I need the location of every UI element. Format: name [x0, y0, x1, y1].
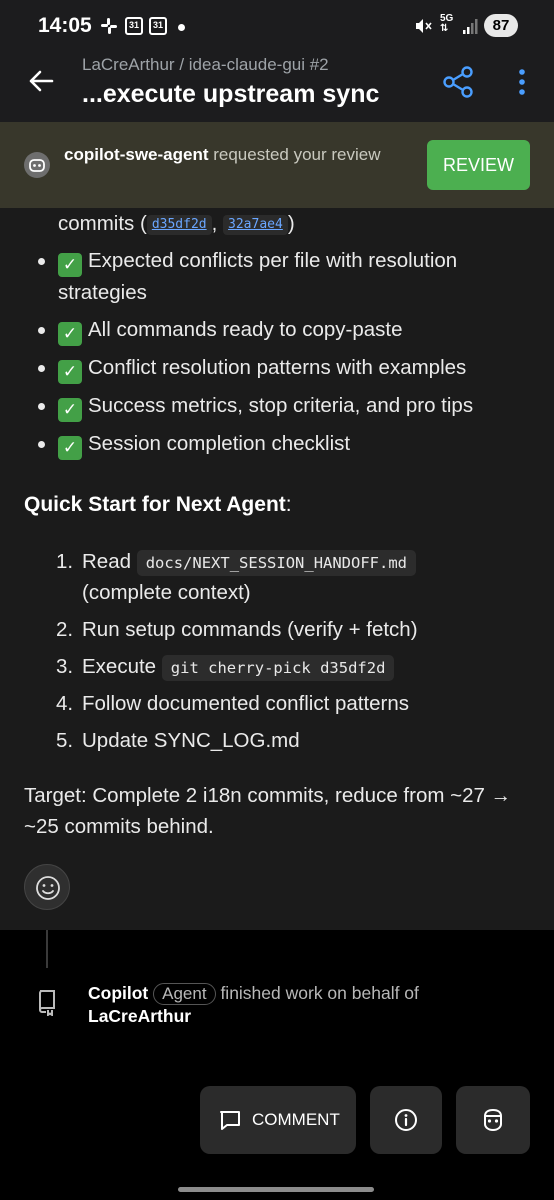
inline-code: git cherry-pick d35df2d	[161, 655, 395, 681]
copilot-icon	[484, 1108, 502, 1132]
list-item: 4. Follow documented conflict patterns	[56, 692, 410, 715]
check-mark-icon: ✓	[58, 253, 82, 277]
list-item: ✓Detailed instructions for remaining 2 i…	[0, 208, 554, 239]
navigation-handle[interactable]	[178, 1187, 374, 1192]
timeline-connector	[46, 930, 48, 968]
comment-icon	[220, 1111, 240, 1130]
requester-name[interactable]: copilot-swe-agent	[64, 145, 209, 164]
check-mark-icon: ✓	[58, 360, 82, 384]
comment-label: COMMENT	[252, 1110, 340, 1129]
list-item: ✓ All commands ready to copy-paste	[0, 314, 554, 346]
list-item: 1. Read docs/NEXT_SESSION_HANDOFF.md (comp…	[0, 546, 554, 608]
share-icon	[443, 66, 473, 98]
review-button[interactable]: REVIEW	[427, 140, 530, 190]
back-button[interactable]	[24, 64, 58, 98]
inline-code: docs/NEXT_SESSION_HANDOFF.md	[136, 550, 417, 576]
repo-icon	[39, 990, 55, 1016]
list-item: 3. Execute git cherry-pick d35df2d	[0, 651, 554, 682]
timeline-event: Copilot Agent finished work on behalf of…	[88, 983, 419, 1026]
section-heading: Quick Start for Next Agent:	[24, 493, 292, 516]
list-item: ✓ Conflict resolution patterns with examp…	[0, 352, 554, 384]
more-options-button[interactable]	[512, 66, 532, 98]
mute-icon	[416, 19, 432, 33]
battery-level: 87	[484, 14, 518, 37]
status-bar: 14:05 31 31 5G ⇅ 87	[0, 0, 554, 52]
more-vertical-icon	[519, 69, 525, 95]
timeline: Copilot Agent finished work on behalf of…	[0, 930, 554, 1200]
list-item: ✓ Session completion checklist	[0, 428, 554, 460]
actor-name[interactable]: Copilot	[88, 983, 148, 1003]
copilot-icon	[29, 159, 45, 172]
list-item: ✓ Expected conflicts per file with resolu…	[0, 245, 554, 308]
list-item: 5. Update SYNC_LOG.md	[56, 729, 300, 752]
info-button[interactable]	[370, 1086, 442, 1154]
avatar	[24, 152, 50, 178]
smiley-icon	[36, 876, 60, 900]
check-mark-icon: ✓	[58, 436, 82, 460]
add-reaction-button[interactable]	[24, 864, 70, 910]
review-request-text: copilot-swe-agent requested your review	[64, 145, 381, 164]
share-button[interactable]	[440, 64, 476, 100]
commit-link[interactable]: d35df2d	[146, 215, 212, 235]
slack-icon	[101, 18, 117, 34]
info-icon	[395, 1109, 417, 1131]
status-time: 14:05	[38, 14, 92, 37]
calendar-icon: 31	[125, 17, 143, 35]
user-name[interactable]: LaCreArthur	[88, 1006, 191, 1026]
notification-dot-icon	[178, 24, 185, 31]
agent-badge: Agent	[153, 983, 216, 1005]
comment-body: ✓Detailed instructions for remaining 2 i…	[0, 208, 554, 930]
calendar-icon: 31	[149, 17, 167, 35]
list-item: 2. Run setup commands (verify + fetch)	[56, 618, 418, 641]
check-mark-icon: ✓	[58, 398, 82, 422]
page-title: ...execute upstream sync	[82, 80, 380, 108]
copilot-button[interactable]	[456, 1086, 530, 1154]
app-header: LaCreArthur / idea-claude-gui #2 ...exec…	[0, 52, 554, 122]
target-text: Target: Complete 2 i18n commits, reduce …	[24, 784, 512, 838]
list-item: ✓ Success metrics, stop criteria, and pro…	[0, 390, 554, 422]
steps-list: 1. Read docs/NEXT_SESSION_HANDOFF.md (comp…	[0, 546, 554, 762]
checklist: ✓Detailed instructions for remaining 2 i…	[0, 208, 554, 466]
review-request-banner: copilot-swe-agent requested your review …	[0, 122, 554, 208]
breadcrumb[interactable]: LaCreArthur / idea-claude-gui #2	[82, 55, 329, 75]
signal-icon	[463, 19, 478, 34]
check-mark-icon: ✓	[58, 322, 82, 346]
arrow-left-icon	[29, 70, 54, 92]
network-type: 5G ⇅	[440, 13, 454, 34]
comment-button[interactable]: COMMENT	[200, 1086, 356, 1154]
commit-link[interactable]: 32a7ae4	[223, 215, 288, 235]
